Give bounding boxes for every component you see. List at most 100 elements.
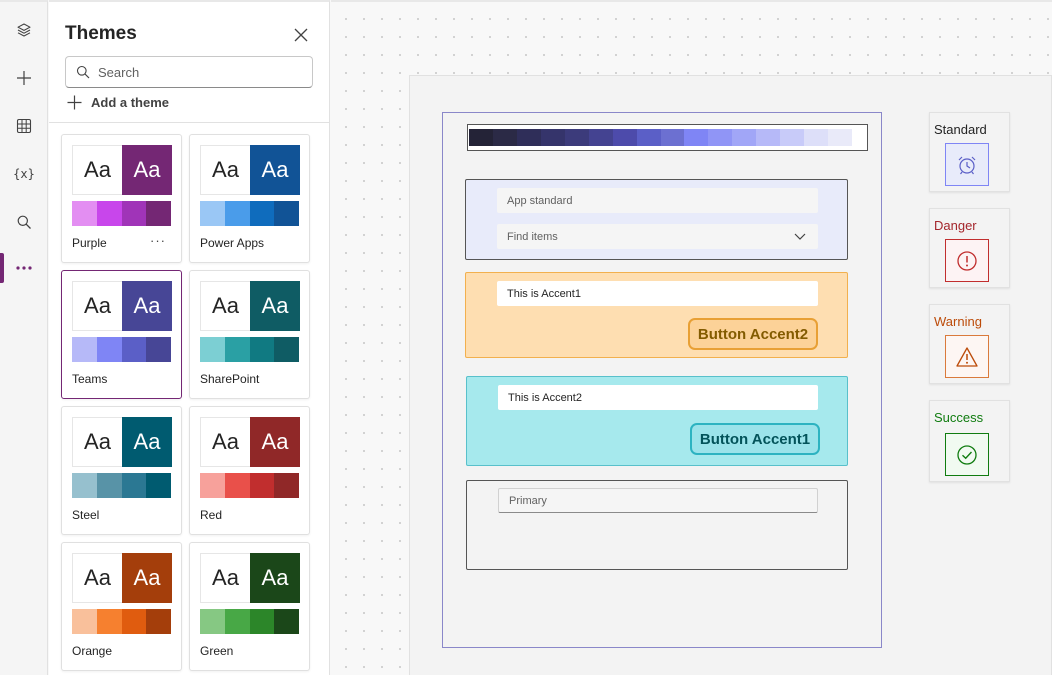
theme-name: Orange: [72, 644, 113, 658]
color-palette-strip: [467, 124, 868, 151]
palette-swatch: [756, 129, 781, 146]
accent1-container[interactable]: This is Accent1 Button Accent2: [465, 272, 848, 358]
palette-swatch: [612, 129, 637, 146]
palette-swatch: [469, 129, 493, 146]
layers-icon[interactable]: [6, 14, 42, 46]
aa-dark-preview: Aa: [250, 417, 300, 467]
standard-container[interactable]: App standard Find items: [465, 179, 848, 260]
swatch-strip: [72, 609, 171, 634]
primary-input[interactable]: Primary: [498, 488, 818, 513]
add-theme-label: Add a theme: [91, 95, 170, 110]
button-accent1[interactable]: Button Accent1: [690, 423, 820, 455]
panel-title: Themes: [65, 23, 137, 44]
palette-swatch: [780, 129, 805, 146]
aa-dark-preview: Aa: [250, 281, 300, 331]
palette-swatch: [708, 129, 733, 146]
accent1-input[interactable]: This is Accent1: [497, 281, 818, 306]
aa-dark-preview: Aa: [122, 145, 172, 195]
more-icon[interactable]: [6, 252, 42, 284]
themes-panel: Themes Add a theme Aa Aa Purple ··· Aa A…: [49, 0, 330, 675]
status-danger[interactable]: Danger: [929, 208, 1010, 288]
palette-swatch: [828, 129, 852, 146]
palette-swatch: [804, 129, 829, 146]
swatch-strip: [200, 201, 299, 226]
status-label: Danger: [934, 218, 977, 233]
warning-triangle-icon[interactable]: [945, 335, 989, 378]
aa-light-preview: Aa: [200, 281, 250, 331]
status-label: Standard: [934, 122, 987, 137]
status-warning[interactable]: Warning: [929, 304, 1010, 384]
add-theme-button[interactable]: Add a theme: [67, 95, 169, 110]
search-rail-icon[interactable]: [6, 206, 42, 238]
status-success[interactable]: Success: [929, 400, 1010, 482]
add-icon: [67, 95, 82, 110]
aa-dark-preview: Aa: [122, 281, 172, 331]
theme-card-teams[interactable]: Aa Aa Teams: [61, 270, 182, 399]
theme-card-green[interactable]: Aa Aa Green: [189, 542, 310, 671]
theme-name: Green: [200, 644, 234, 658]
theme-name: Purple: [72, 236, 107, 250]
active-indicator: [0, 253, 4, 283]
accent2-container[interactable]: This is Accent2 Button Accent1: [466, 376, 848, 466]
swatch-strip: [200, 337, 299, 362]
preview-container[interactable]: App standard Find items This is Accent1 …: [442, 112, 882, 648]
aa-light-preview: Aa: [72, 281, 122, 331]
more-options-icon[interactable]: ···: [150, 233, 166, 248]
swatch-strip: [72, 337, 171, 362]
aa-light-preview: Aa: [200, 145, 250, 195]
status-standard[interactable]: Standard: [929, 112, 1010, 192]
palette-swatch: [516, 129, 541, 146]
primary-container[interactable]: Primary: [466, 480, 848, 570]
theme-name: Steel: [72, 508, 100, 522]
status-label: Success: [934, 410, 984, 425]
swatch-strip: [200, 609, 299, 634]
palette-swatch: [684, 129, 709, 146]
theme-card-power-apps[interactable]: Aa Aa Power Apps: [189, 134, 310, 263]
aa-light-preview: Aa: [72, 553, 122, 603]
data-table-icon[interactable]: [6, 110, 42, 142]
checkmark-circle-icon[interactable]: [945, 433, 989, 476]
palette-swatch: [564, 129, 589, 146]
button-accent2[interactable]: Button Accent2: [688, 318, 818, 350]
theme-card-steel[interactable]: Aa Aa Steel: [61, 406, 182, 535]
swatch-strip: [72, 201, 171, 226]
search-icon: [76, 65, 90, 79]
aa-dark-preview: Aa: [250, 145, 300, 195]
aa-light-preview: Aa: [200, 553, 250, 603]
aa-light-preview: Aa: [72, 145, 122, 195]
theme-name: Red: [200, 508, 223, 522]
theme-name: SharePoint: [200, 372, 260, 386]
palette-swatch: [588, 129, 613, 146]
aa-light-preview: Aa: [200, 417, 250, 467]
palette-swatch: [636, 129, 661, 146]
theme-card-red[interactable]: Aa Aa Red: [189, 406, 310, 535]
theme-card-orange[interactable]: Aa Aa Orange: [61, 542, 182, 671]
theme-card-purple[interactable]: Aa Aa Purple ···: [61, 134, 182, 263]
theme-name: Power Apps: [200, 236, 265, 250]
palette-swatch: [492, 129, 517, 146]
palette-swatch: [660, 129, 685, 146]
theme-card-sharepoint[interactable]: Aa Aa SharePoint: [189, 270, 310, 399]
error-circle-icon[interactable]: [945, 239, 989, 282]
accent2-input[interactable]: This is Accent2: [498, 385, 818, 410]
chevron-down-icon: [794, 233, 806, 240]
status-label: Warning: [934, 314, 982, 329]
divider: [49, 122, 330, 123]
palette-swatch: [732, 129, 757, 146]
aa-dark-preview: Aa: [250, 553, 300, 603]
app-screen[interactable]: App standard Find items This is Accent1 …: [409, 75, 1052, 675]
alarm-clock-icon[interactable]: [945, 143, 989, 186]
swatch-strip: [72, 473, 171, 498]
aa-light-preview: Aa: [72, 417, 122, 467]
variables-label: {x}: [13, 167, 35, 181]
aa-dark-preview: Aa: [122, 417, 172, 467]
aa-dark-preview: Aa: [122, 553, 172, 603]
search-field[interactable]: [65, 56, 313, 88]
insert-plus-icon[interactable]: [6, 62, 42, 94]
search-input[interactable]: [98, 64, 298, 80]
design-canvas[interactable]: App standard Find items This is Accent1 …: [331, 0, 1052, 675]
find-items-dropdown[interactable]: Find items: [497, 224, 818, 249]
close-icon[interactable]: [290, 24, 312, 46]
variables-icon[interactable]: {x}: [6, 158, 42, 190]
app-standard-input[interactable]: App standard: [497, 188, 818, 213]
